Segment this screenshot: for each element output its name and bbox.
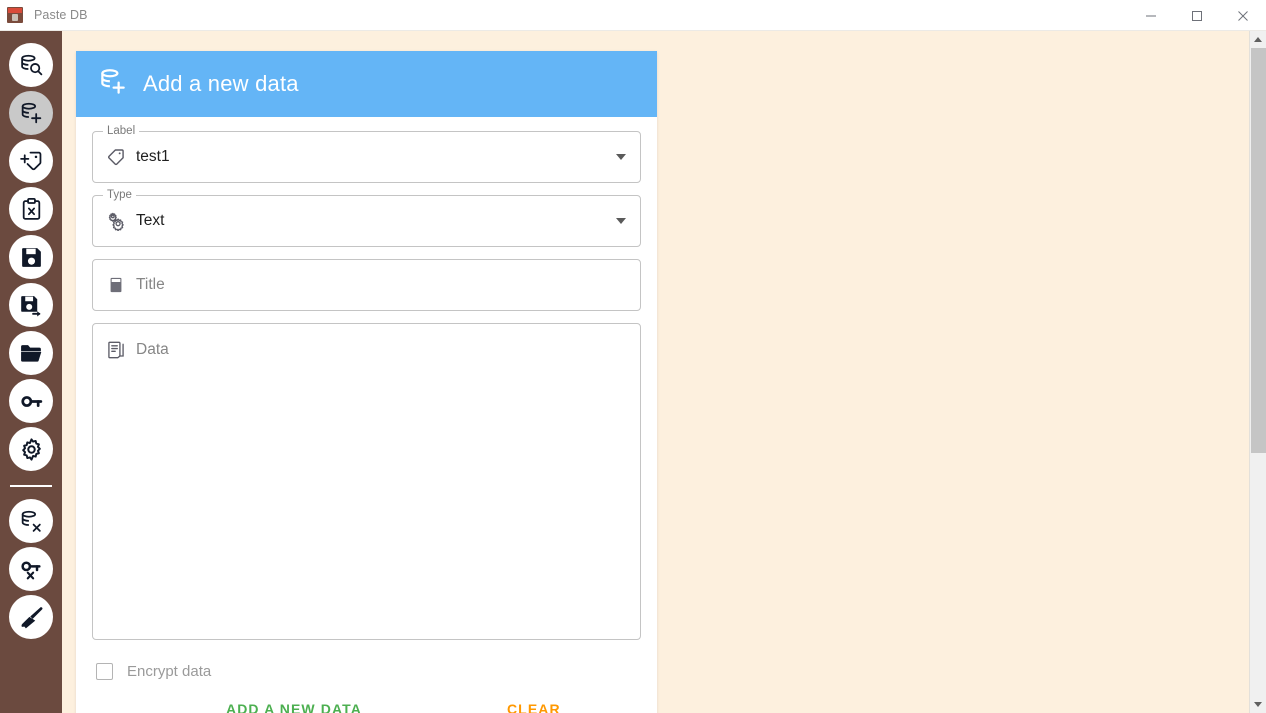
chevron-down-icon[interactable]	[616, 154, 626, 160]
sidebar-item-open-database[interactable]	[9, 331, 53, 375]
database-add-icon	[19, 101, 44, 126]
encrypt-data-label: Encrypt data	[127, 662, 212, 680]
chevron-down-icon[interactable]	[616, 218, 626, 224]
encrypt-data-checkbox-row[interactable]: Encrypt data	[92, 654, 641, 688]
scroll-down-arrow-icon[interactable]	[1250, 696, 1266, 713]
type-legend: Type	[103, 189, 136, 201]
type-value: Text	[136, 212, 165, 229]
label-select[interactable]: Label test1	[92, 125, 641, 183]
key-delete-icon	[19, 557, 44, 582]
clipboard-x-icon	[19, 197, 44, 222]
minimize-button[interactable]	[1128, 0, 1174, 31]
database-delete-icon	[19, 509, 44, 534]
sidebar-item-manage-key[interactable]	[9, 379, 53, 423]
card-title: Add a new data	[143, 71, 299, 96]
key-icon	[19, 389, 44, 414]
sidebar-item-settings[interactable]	[9, 427, 53, 471]
sidebar-item-delete-database[interactable]	[9, 499, 53, 543]
sidebar-item-delete-key[interactable]	[9, 547, 53, 591]
label-value: test1	[136, 148, 170, 165]
database-add-icon	[98, 67, 128, 102]
scroll-up-arrow-icon[interactable]	[1250, 31, 1266, 48]
clear-button[interactable]: CLEAR	[497, 693, 571, 713]
title-bar: Paste DB	[0, 0, 1266, 31]
floppy-save-icon	[19, 245, 44, 270]
sidebar-item-save-database-as[interactable]	[9, 283, 53, 327]
content-area: Add a new data Label test1 Type Text Tit…	[62, 31, 1266, 713]
tag-icon	[105, 147, 127, 167]
window-controls	[1128, 0, 1266, 31]
card-header: Add a new data	[76, 51, 657, 117]
folder-open-icon	[19, 341, 44, 366]
sidebar-item-add-label[interactable]	[9, 139, 53, 183]
scroll-thumb[interactable]	[1251, 48, 1266, 453]
note-icon	[105, 340, 127, 360]
maximize-button[interactable]	[1174, 0, 1220, 31]
sidebar-item-add-data[interactable]	[9, 91, 53, 135]
label-legend: Label	[103, 125, 140, 137]
tag-add-icon	[19, 149, 44, 174]
heading-icon	[105, 275, 127, 295]
close-button[interactable]	[1220, 0, 1266, 31]
floppy-save-as-icon	[19, 293, 44, 318]
sidebar-item-clear-clipboard[interactable]	[9, 187, 53, 231]
cogs-icon	[105, 211, 127, 231]
data-placeholder: Data	[136, 341, 169, 358]
window-title: Paste DB	[34, 8, 88, 22]
sidebar-item-clean-database[interactable]	[9, 595, 53, 639]
application-window: Paste DB Add a new data Label test1 Type…	[0, 0, 1266, 713]
card-body: Label test1 Type Text Title Data Encrypt…	[76, 117, 657, 713]
card-actions: ADD A NEW DATA CLEAR	[92, 688, 641, 713]
app-icon	[7, 7, 23, 23]
add-a-new-data-button[interactable]: ADD A NEW DATA	[216, 693, 372, 713]
database-search-icon	[19, 53, 44, 78]
title-input[interactable]: Title	[92, 259, 641, 311]
type-select[interactable]: Type Text	[92, 189, 641, 247]
encrypt-data-checkbox[interactable]	[96, 662, 113, 680]
sidebar-item-save-database[interactable]	[9, 235, 53, 279]
sidebar-item-search-database[interactable]	[9, 43, 53, 87]
vertical-scrollbar[interactable]	[1249, 31, 1266, 713]
gear-icon	[19, 437, 44, 462]
sidebar-divider	[10, 485, 52, 487]
title-placeholder: Title	[136, 276, 165, 293]
sidebar	[0, 31, 62, 713]
broom-icon	[19, 605, 44, 630]
data-textarea[interactable]: Data	[92, 323, 641, 640]
add-data-card: Add a new data Label test1 Type Text Tit…	[76, 51, 657, 713]
